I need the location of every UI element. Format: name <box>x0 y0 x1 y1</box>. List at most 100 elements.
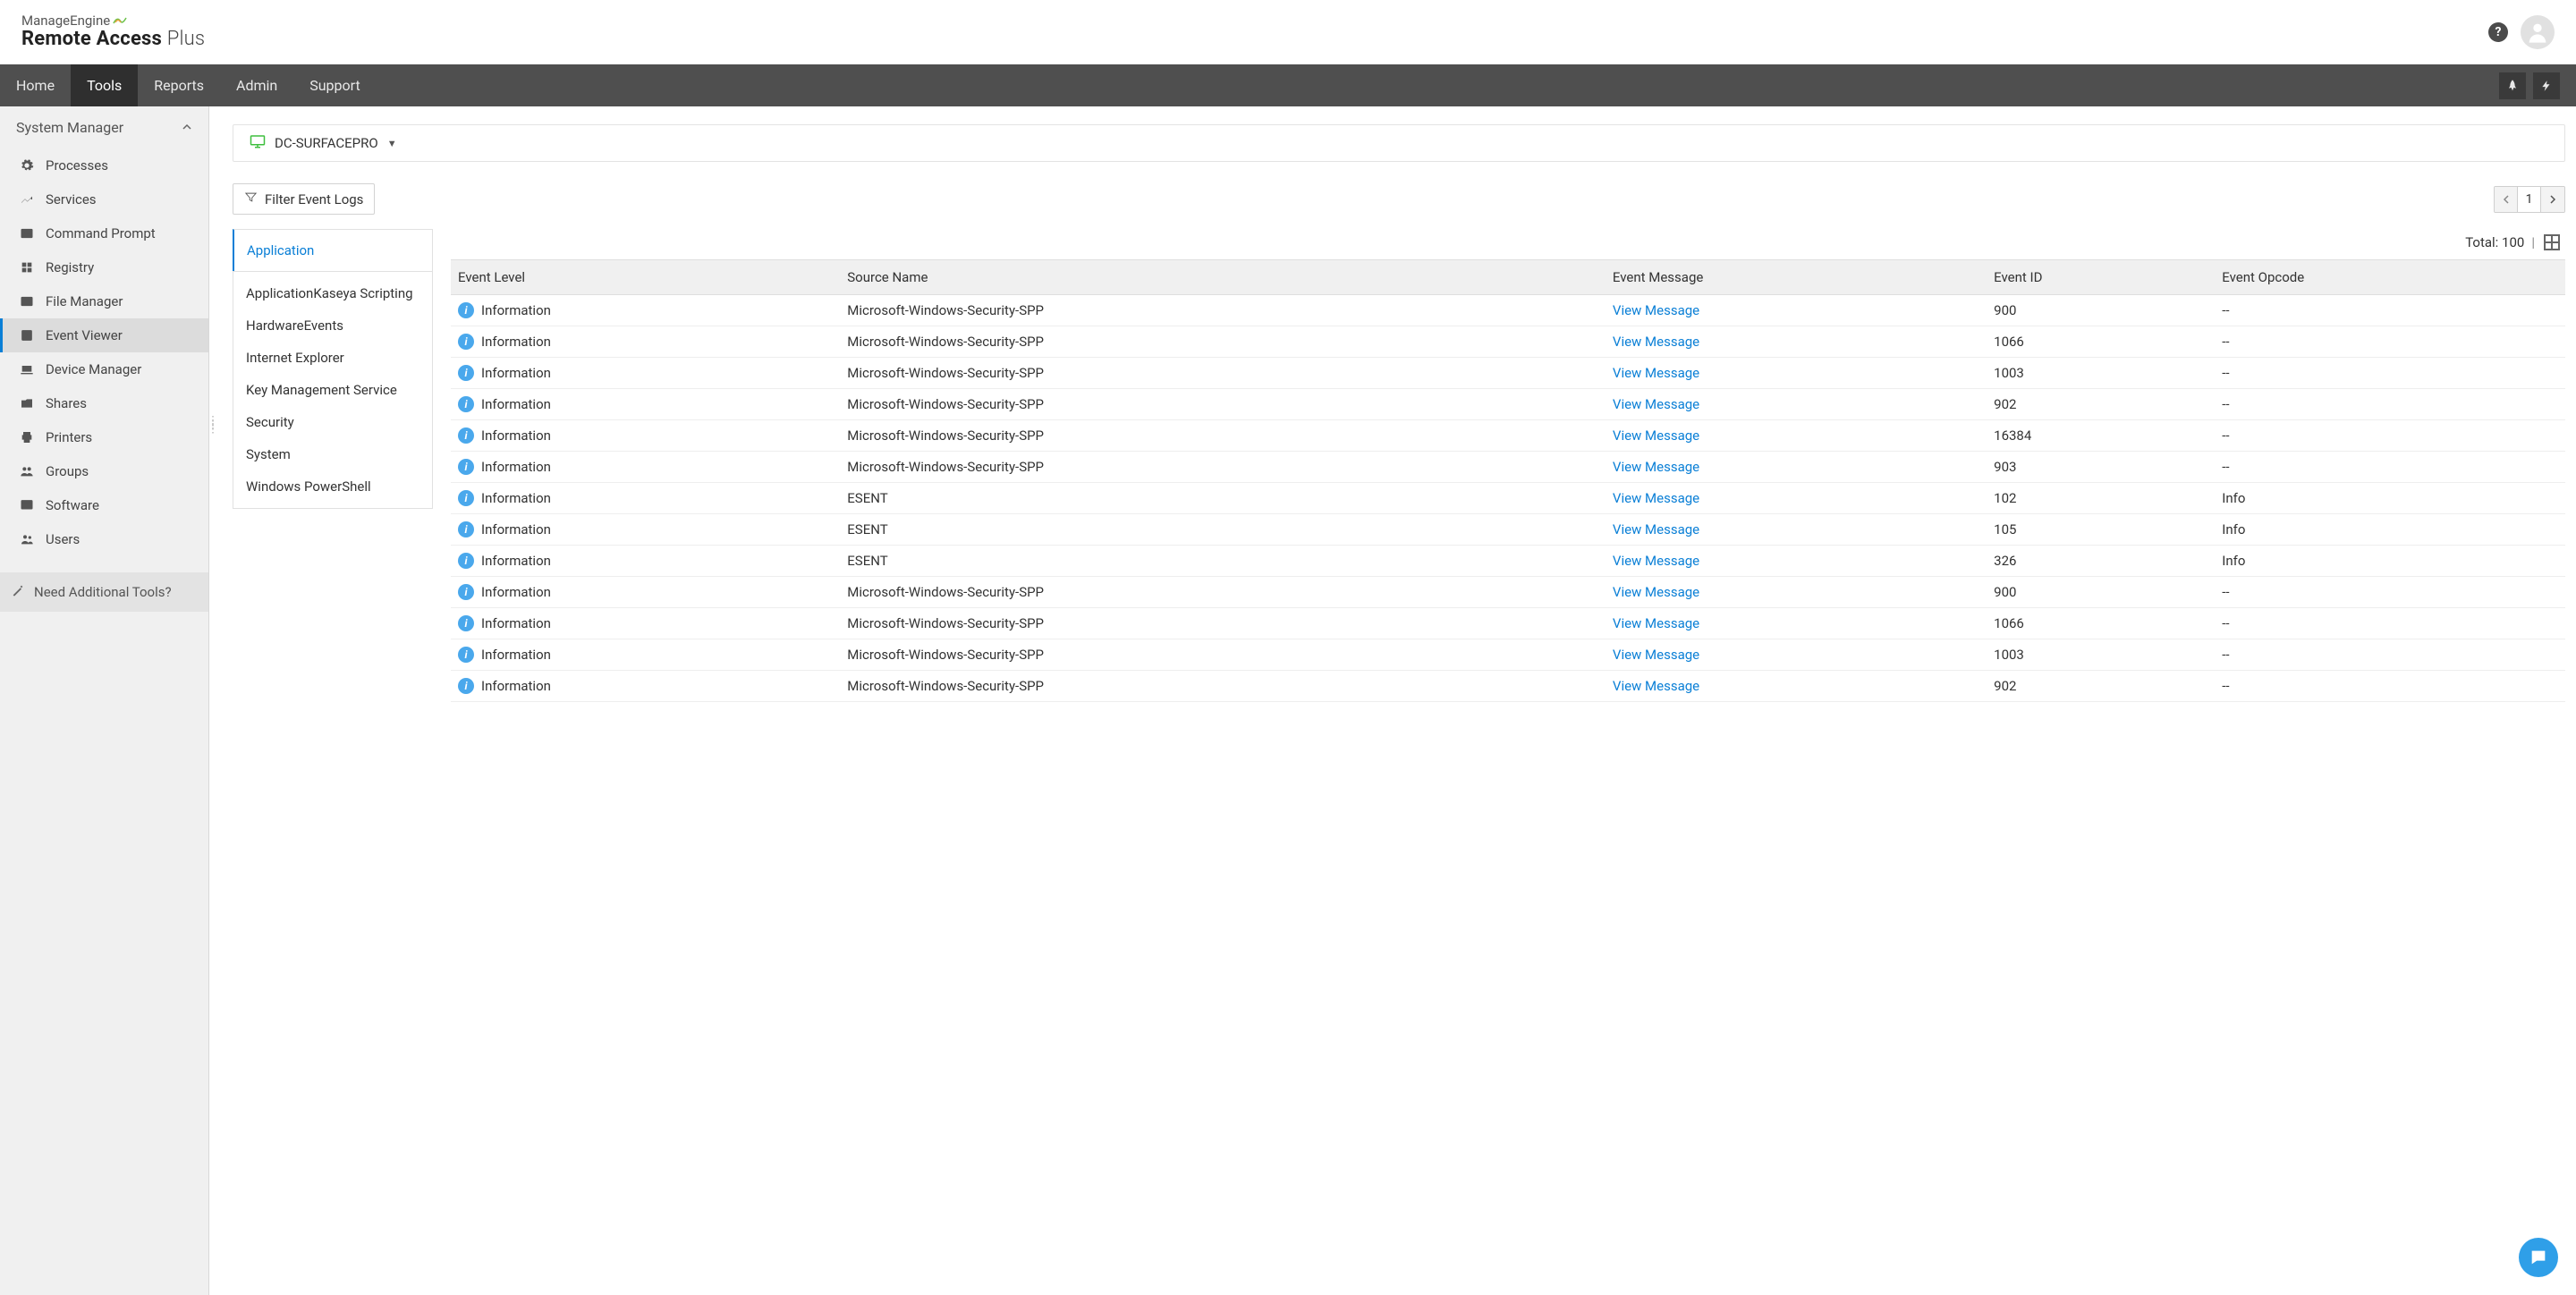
log-category-item[interactable]: ApplicationKaseya Scripting <box>233 277 432 309</box>
table-row: iInformationMicrosoft-Windows-Security-S… <box>451 671 2565 702</box>
source-name: Microsoft-Windows-Security-SPP <box>840 608 1606 639</box>
table-row: iInformationMicrosoft-Windows-Security-S… <box>451 608 2565 639</box>
view-message-link[interactable]: View Message <box>1613 302 1699 318</box>
user-avatar[interactable] <box>2521 15 2555 49</box>
log-category-item[interactable]: Internet Explorer <box>233 342 432 374</box>
brand-top: ManageEngine <box>21 13 110 29</box>
sidebar-collapse-handle[interactable]: ⋮⋮⋮ <box>209 419 219 430</box>
help-icon[interactable]: ? <box>2488 22 2508 42</box>
view-message-link[interactable]: View Message <box>1613 615 1699 631</box>
sidebar-item-users[interactable]: Users <box>0 522 208 556</box>
log-category-item[interactable]: Windows PowerShell <box>233 470 432 503</box>
brand-accent-icon <box>113 13 127 29</box>
sidebar-item-registry[interactable]: Registry <box>0 250 208 284</box>
log-category-item[interactable]: Security <box>233 406 432 438</box>
event-opcode: -- <box>2215 608 2565 639</box>
info-icon: i <box>458 334 474 350</box>
event-level: Information <box>481 334 551 350</box>
caret-down-icon: ▼ <box>387 138 397 149</box>
table-header-cell[interactable]: Source Name <box>840 260 1606 295</box>
info-icon: i <box>458 553 474 569</box>
view-message-link[interactable]: View Message <box>1613 490 1699 506</box>
groups-icon <box>19 463 35 479</box>
filter-event-logs-button[interactable]: Filter Event Logs <box>233 183 375 215</box>
nav-item-tools[interactable]: Tools <box>71 64 138 106</box>
wand-icon <box>11 583 25 601</box>
main-content: ⋮⋮⋮ DC-SURFACEPRO ▼ Filter Event Logs 1 <box>209 106 2576 1295</box>
folder-icon <box>19 293 35 309</box>
info-icon: i <box>458 459 474 475</box>
source-name: ESENT <box>840 483 1606 514</box>
nav-item-admin[interactable]: Admin <box>220 64 293 106</box>
event-level: Information <box>481 427 551 444</box>
log-category-item[interactable]: Key Management Service <box>233 374 432 406</box>
table-header-cell[interactable]: Event Level <box>451 260 840 295</box>
table-row: iInformationMicrosoft-Windows-Security-S… <box>451 295 2565 326</box>
table-columns-icon[interactable] <box>2544 234 2560 250</box>
sidebar-section-toggle[interactable]: System Manager <box>0 106 208 148</box>
view-message-link[interactable]: View Message <box>1613 553 1699 569</box>
sidebar-footer-link[interactable]: Need Additional Tools? <box>0 572 208 612</box>
sidebar-item-shares[interactable]: Shares <box>0 386 208 420</box>
bolt-icon[interactable] <box>2533 72 2560 99</box>
page-next-button[interactable] <box>2541 187 2564 212</box>
view-message-link[interactable]: View Message <box>1613 396 1699 412</box>
sidebar-item-processes[interactable]: Processes <box>0 148 208 182</box>
registry-icon <box>19 259 35 275</box>
event-id: 1003 <box>1987 639 2215 671</box>
event-id: 326 <box>1987 546 2215 577</box>
table-summary-bar: Total: 100 | <box>451 229 2565 259</box>
source-name: ESENT <box>840 514 1606 546</box>
view-message-link[interactable]: View Message <box>1613 521 1699 537</box>
printer-icon <box>19 429 35 445</box>
nav-item-reports[interactable]: Reports <box>138 64 220 106</box>
log-category-active-tab[interactable]: Application <box>234 230 432 271</box>
table-header-cell[interactable]: Event Opcode <box>2215 260 2565 295</box>
table-row: iInformationMicrosoft-Windows-Security-S… <box>451 639 2565 671</box>
nav-item-support[interactable]: Support <box>293 64 376 106</box>
sidebar-item-software[interactable]: Software <box>0 488 208 522</box>
sidebar-item-file-manager[interactable]: File Manager <box>0 284 208 318</box>
table-row: iInformationMicrosoft-Windows-Security-S… <box>451 420 2565 452</box>
view-message-link[interactable]: View Message <box>1613 365 1699 381</box>
log-category-item[interactable]: HardwareEvents <box>233 309 432 342</box>
event-level: Information <box>481 396 551 412</box>
view-message-link[interactable]: View Message <box>1613 678 1699 694</box>
event-id: 900 <box>1987 295 2215 326</box>
view-message-link[interactable]: View Message <box>1613 647 1699 663</box>
rocket-icon[interactable] <box>2499 72 2526 99</box>
event-opcode: -- <box>2215 420 2565 452</box>
brand-bottom-thin: Plus <box>167 28 206 50</box>
sidebar-item-printers[interactable]: Printers <box>0 420 208 454</box>
monitor-icon <box>250 134 266 152</box>
sidebar-item-device-manager[interactable]: Device Manager <box>0 352 208 386</box>
source-name: ESENT <box>840 546 1606 577</box>
table-header-cell[interactable]: Event Message <box>1606 260 1987 295</box>
event-level: Information <box>481 302 551 318</box>
sidebar-item-command-prompt[interactable]: Command Prompt <box>0 216 208 250</box>
source-name: Microsoft-Windows-Security-SPP <box>840 452 1606 483</box>
sidebar-item-label: Printers <box>46 429 92 445</box>
log-category-item[interactable]: System <box>233 438 432 470</box>
event-level: Information <box>481 365 551 381</box>
event-id: 903 <box>1987 452 2215 483</box>
cmd-icon <box>19 225 35 241</box>
nav-item-home[interactable]: Home <box>0 64 71 106</box>
view-message-link[interactable]: View Message <box>1613 459 1699 475</box>
table-header-cell[interactable]: Event ID <box>1987 260 2215 295</box>
view-message-link[interactable]: View Message <box>1613 584 1699 600</box>
sidebar-item-groups[interactable]: Groups <box>0 454 208 488</box>
computer-selector[interactable]: DC-SURFACEPRO ▼ <box>233 124 2565 162</box>
event-id: 102 <box>1987 483 2215 514</box>
page-number: 1 <box>2518 187 2541 212</box>
sidebar-item-label: Command Prompt <box>46 225 156 241</box>
info-icon: i <box>458 302 474 318</box>
view-message-link[interactable]: View Message <box>1613 334 1699 350</box>
page-prev-button[interactable] <box>2495 187 2518 212</box>
source-name: Microsoft-Windows-Security-SPP <box>840 389 1606 420</box>
sidebar-item-label: Groups <box>46 463 89 479</box>
sidebar-item-event-viewer[interactable]: Event Viewer <box>0 318 208 352</box>
view-message-link[interactable]: View Message <box>1613 427 1699 444</box>
chat-fab[interactable] <box>2519 1238 2558 1277</box>
sidebar-item-services[interactable]: Services <box>0 182 208 216</box>
